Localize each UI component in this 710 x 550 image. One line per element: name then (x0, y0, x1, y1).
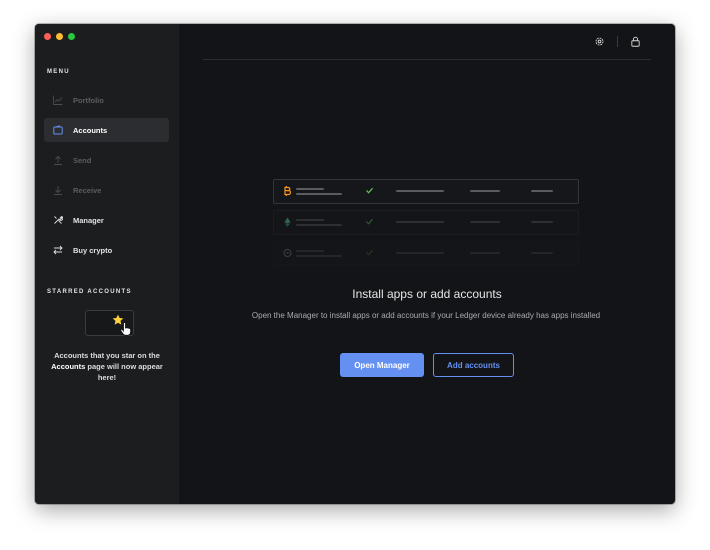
sidebar-item-label: Buy crypto (73, 245, 113, 255)
placeholder-bar (470, 190, 500, 192)
illustration-row-ethereum (273, 210, 579, 235)
sidebar-item-portfolio[interactable]: Portfolio (44, 88, 169, 112)
app-window: MENU Portfolio Accounts Send Receive Man… (35, 24, 675, 504)
sidebar-item-label: Portfolio (73, 95, 104, 105)
close-window-button[interactable] (44, 33, 51, 40)
topbar-divider-line (203, 59, 651, 60)
illustration-row-bitcoin (273, 179, 579, 204)
placeholder-bar (531, 252, 553, 254)
placeholder-bar (531, 221, 553, 223)
placeholder-bar (296, 188, 324, 190)
sidebar: MENU Portfolio Accounts Send Receive Man… (35, 24, 179, 504)
sidebar-item-label: Receive (73, 185, 102, 195)
placeholder-bar (296, 193, 342, 195)
arrow-down-icon (54, 186, 62, 195)
placeholder-bar (296, 255, 342, 257)
accounts-illustration (273, 179, 579, 272)
maximize-window-button[interactable] (68, 33, 75, 40)
placeholder-bar (531, 190, 553, 192)
sidebar-item-label: Accounts (73, 125, 108, 135)
swap-arrows-icon (53, 245, 63, 255)
wallet-icon (53, 125, 63, 135)
starred-placeholder-card (85, 310, 134, 336)
placeholder-bar (296, 250, 324, 252)
sidebar-item-label: Manager (73, 215, 104, 225)
add-accounts-button[interactable]: Add accounts (433, 353, 514, 377)
open-manager-button[interactable]: Open Manager (340, 353, 424, 377)
hint-text-start: Accounts that you star on the (54, 351, 160, 360)
sidebar-nav: Portfolio Accounts Send Receive Manager … (44, 88, 169, 268)
settings-button[interactable] (593, 35, 606, 48)
sidebar-item-receive[interactable]: Receive (44, 178, 169, 202)
lock-icon (631, 36, 640, 47)
coin-icon (283, 249, 292, 257)
sidebar-item-send[interactable]: Send (44, 148, 169, 172)
minimize-window-button[interactable] (56, 33, 63, 40)
ethereum-icon (284, 217, 291, 227)
main-content: Install apps or add accounts Open the Ma… (179, 24, 675, 504)
placeholder-bar (296, 219, 324, 221)
check-icon (366, 249, 374, 256)
menu-section-label: MENU (47, 69, 70, 75)
check-icon (366, 218, 374, 225)
sidebar-item-buy-crypto[interactable]: Buy crypto (44, 238, 169, 262)
empty-state-title: Install apps or add accounts (352, 287, 502, 301)
window-controls (44, 33, 75, 40)
hint-accounts-emphasis: Accounts (51, 362, 86, 371)
placeholder-bar (470, 221, 500, 223)
gear-icon (595, 37, 604, 46)
hint-text-end: page will now appear here! (85, 362, 163, 382)
sidebar-item-accounts[interactable]: Accounts (44, 118, 169, 142)
starred-accounts-label: STARRED ACCOUNTS (47, 289, 132, 295)
starred-accounts-hint: Accounts that you star on the Accounts p… (47, 350, 167, 383)
placeholder-bar (296, 224, 342, 226)
topbar-divider (617, 36, 618, 47)
chart-line-icon (53, 95, 63, 105)
bitcoin-icon (284, 186, 292, 196)
sidebar-item-manager[interactable]: Manager (44, 208, 169, 232)
placeholder-bar (470, 252, 500, 254)
placeholder-bar (396, 190, 444, 192)
placeholder-bar (396, 252, 444, 254)
placeholder-bar (396, 221, 444, 223)
lock-button[interactable] (629, 35, 642, 48)
sidebar-item-label: Send (73, 155, 92, 165)
illustration-row-generic-coin (273, 241, 579, 266)
empty-state-description: Open the Manager to install apps or add … (251, 311, 601, 320)
pointer-hand-icon (120, 322, 131, 336)
tools-icon (54, 215, 63, 224)
check-icon (366, 187, 374, 194)
arrow-up-icon (54, 155, 62, 165)
